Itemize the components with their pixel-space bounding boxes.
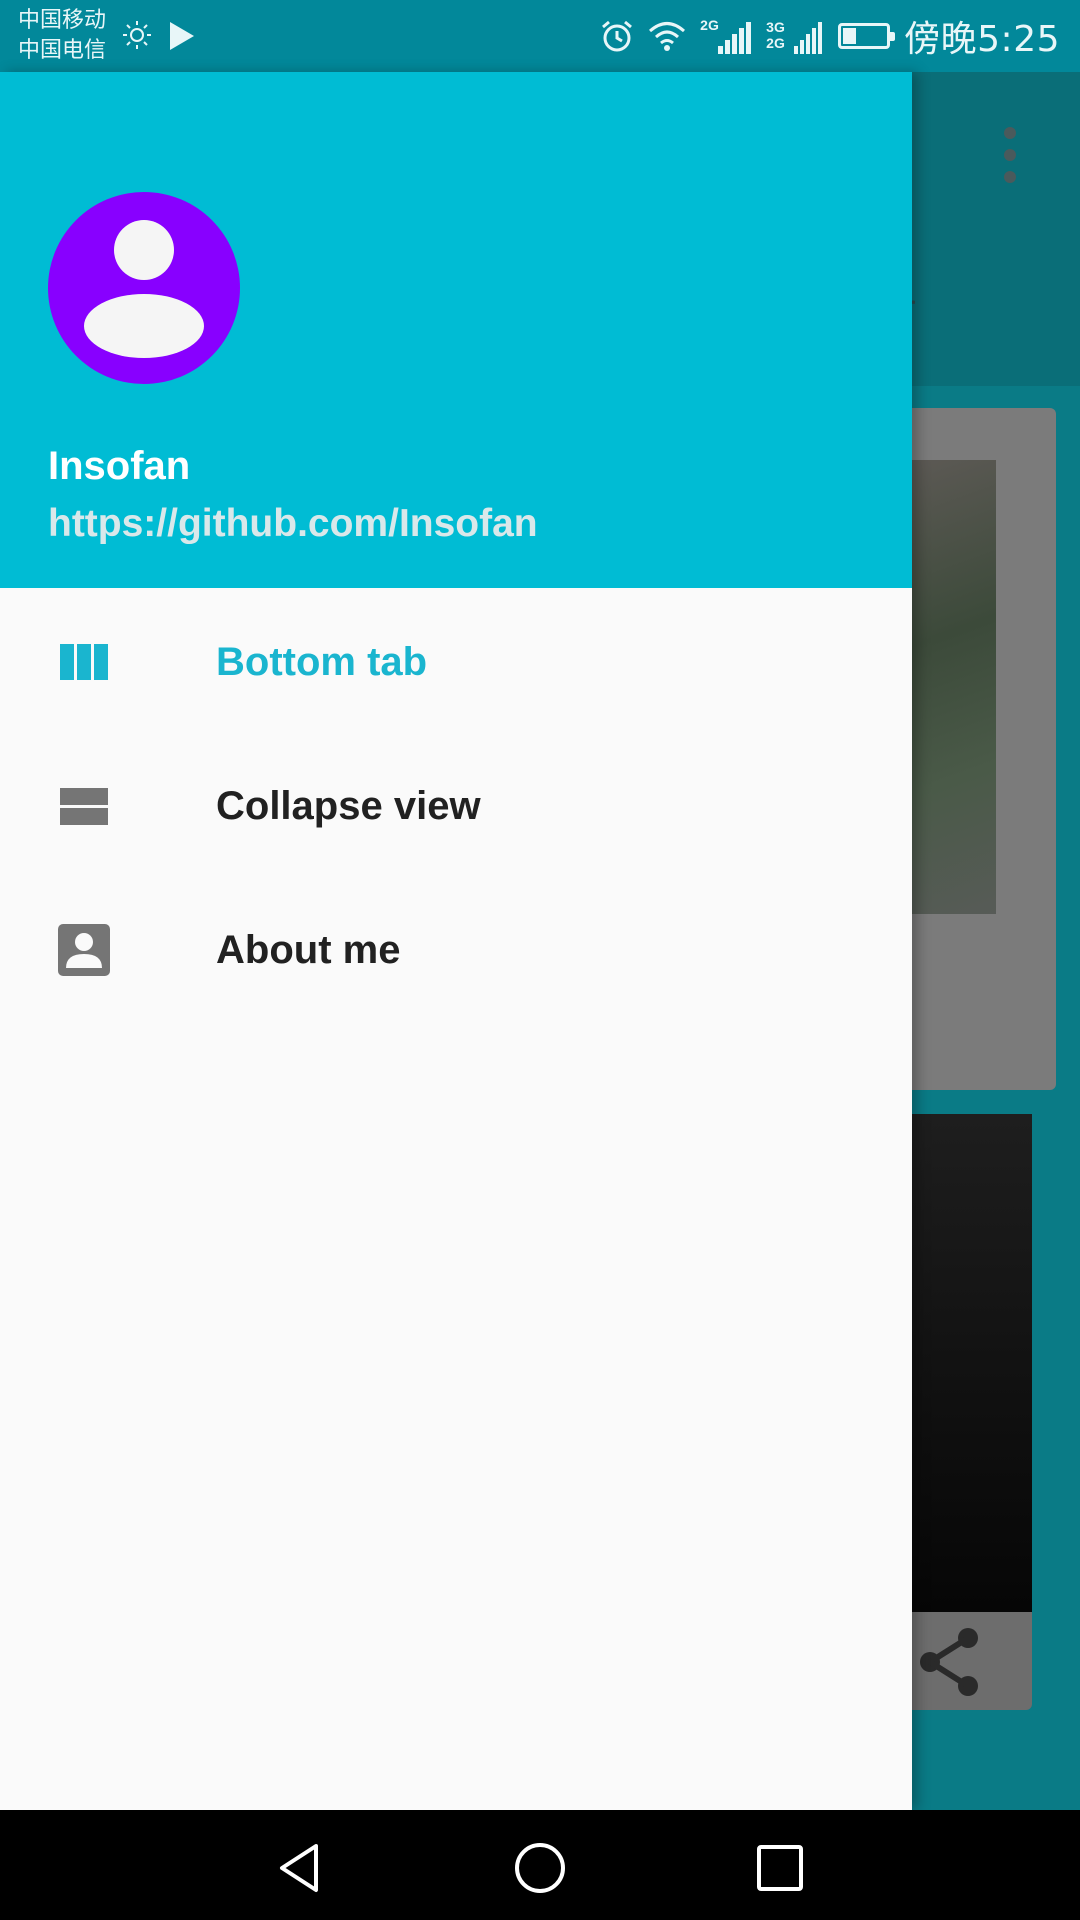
network-type-label: 2G: [700, 17, 719, 33]
view-stream-icon: [60, 788, 108, 825]
status-bar: 中国移动 中国电信 2G 3G 2G 傍晚5:25: [0, 0, 1080, 72]
network-type-label: 3G: [766, 19, 785, 35]
contact-icon: [58, 924, 110, 976]
menu-item-label: About me: [216, 928, 401, 972]
battery-level: [843, 28, 857, 44]
avatar-body-shape: [84, 294, 204, 358]
navigation-drawer: Insofan https://github.com/Insofan Botto…: [0, 72, 912, 1810]
menu-item-bottom-tab[interactable]: Bottom tab: [0, 588, 912, 732]
menu-item-label: Collapse view: [216, 784, 481, 828]
carrier-info: 中国移动 中国电信: [18, 6, 106, 66]
signal-2: 3G 2G: [766, 18, 824, 54]
status-time: 傍晚5:25: [904, 19, 1060, 60]
network-type-label: 2G: [766, 35, 785, 51]
home-icon[interactable]: [510, 1838, 570, 1898]
menu-item-about-me[interactable]: About me: [0, 876, 912, 1020]
user-name: Insofan: [48, 444, 191, 488]
recents-icon[interactable]: [750, 1838, 810, 1898]
signal-1: 2G: [700, 18, 752, 54]
battery-icon: [838, 23, 896, 49]
menu-item-collapse-view[interactable]: Collapse view: [0, 732, 912, 876]
back-icon[interactable]: [270, 1838, 330, 1898]
menu-item-label: Bottom tab: [216, 640, 428, 684]
play-icon: [170, 22, 194, 50]
status-icons: 2G 3G 2G 傍晚5:25: [600, 14, 1060, 60]
avatar-head-shape: [114, 220, 174, 280]
user-url[interactable]: https://github.com/Insofan: [48, 502, 538, 546]
carrier-1: 中国移动: [18, 8, 107, 33]
drawer-menu: Bottom tab Collapse view About me: [0, 588, 912, 1020]
alarm-icon: [602, 20, 633, 52]
wifi-icon: [649, 22, 686, 51]
avatar[interactable]: [48, 192, 240, 384]
signal-bars-icon: [794, 22, 823, 54]
sun-icon: [123, 21, 151, 49]
carrier-2: 中国电信: [18, 38, 107, 63]
drawer-header: Insofan https://github.com/Insofan: [0, 72, 912, 588]
system-nav-bar: [0, 1810, 1080, 1920]
share-icon: [920, 1628, 978, 1696]
signal-bars-icon: [718, 22, 752, 54]
more-vert-icon: [1004, 127, 1018, 193]
view-column-icon: [60, 644, 108, 680]
